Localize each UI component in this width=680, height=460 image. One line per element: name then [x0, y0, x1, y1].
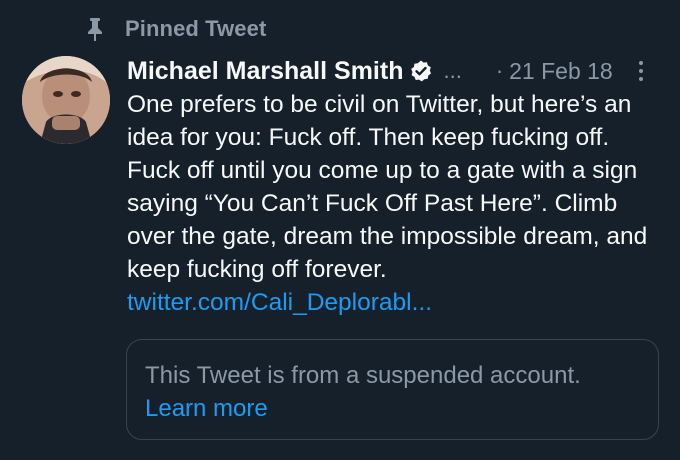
avatar[interactable]: [22, 56, 110, 144]
pin-icon: [84, 16, 106, 42]
more-dot: [639, 69, 643, 73]
more-dot: [639, 77, 643, 81]
handle-truncated[interactable]: ...: [443, 58, 461, 84]
pinned-label: Pinned Tweet: [125, 16, 267, 41]
verified-badge-icon: [409, 59, 433, 83]
header-separator: ·: [495, 58, 504, 83]
tweet-text: One prefers to be civil on Twitter, but …: [127, 91, 648, 283]
tweet-link[interactable]: twitter.com/Cali_Deplorabl...: [127, 289, 432, 316]
author-name[interactable]: Michael Marshall Smith: [127, 57, 403, 86]
learn-more-link[interactable]: Learn more: [145, 392, 268, 425]
suspended-quote-card: This Tweet is from a suspended account. …: [126, 339, 659, 440]
pinned-indicator: Pinned Tweet: [84, 14, 266, 44]
tweet-body: One prefers to be civil on Twitter, but …: [127, 88, 667, 319]
tweet-header: Michael Marshall Smith ... · 21 Feb 18: [127, 54, 667, 88]
suspended-message: This Tweet is from a suspended account.: [145, 362, 581, 389]
more-dot: [639, 61, 643, 65]
more-options-icon[interactable]: [629, 56, 653, 86]
tweet-timestamp[interactable]: 21 Feb 18: [509, 58, 613, 85]
tweet-page: Pinned Tweet Michael Marshall Smith ... …: [0, 0, 680, 460]
